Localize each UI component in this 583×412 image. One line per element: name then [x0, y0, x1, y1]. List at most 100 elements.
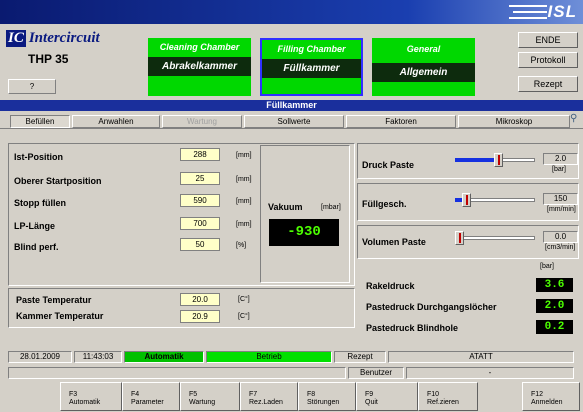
- fkey-label: Störungen: [307, 399, 340, 406]
- slider-fill: [455, 198, 462, 202]
- blind-hole-pressure-readout: 0.2: [536, 320, 573, 334]
- slider-track: [455, 236, 535, 240]
- window-title: Füllkammer: [0, 100, 583, 111]
- module-button-general[interactable]: General Allgemein: [372, 38, 475, 96]
- tab-befuellen[interactable]: Befüllen: [10, 115, 70, 128]
- fkey-label: Quit: [365, 399, 378, 406]
- pressure-slider[interactable]: [455, 153, 535, 167]
- user-label: Benutzer: [348, 367, 404, 379]
- user-value: -: [406, 367, 574, 379]
- paste-temperature-field[interactable]: 20.0: [180, 293, 220, 306]
- chamber-temperature-field[interactable]: 20.9: [180, 310, 220, 323]
- vakuum-label: Vakuum: [268, 202, 303, 212]
- module-label-en: Filling Chamber: [277, 44, 346, 54]
- end-button[interactable]: ENDE: [518, 32, 578, 48]
- module-button-filling-chamber[interactable]: Filling Chamber Füllkammer: [260, 38, 363, 96]
- tab-sollwerte[interactable]: Sollwerte: [244, 115, 344, 128]
- user-bar: Benutzer -: [0, 366, 583, 380]
- fkey-number: F12: [531, 391, 544, 398]
- through-hole-pressure-readout: 2.0: [536, 299, 573, 313]
- slider-thumb[interactable]: [462, 193, 471, 207]
- unit-label: [mm]: [236, 176, 252, 183]
- speed-readout: 150: [543, 193, 578, 205]
- status-mode-badge: Automatik: [124, 351, 204, 363]
- fkey-f5-wartung[interactable]: F5 Wartung: [180, 382, 240, 411]
- tab-wartung[interactable]: Wartung: [162, 115, 242, 128]
- unit-label: [cm3/min]: [545, 244, 576, 251]
- module-label-de: Allgemein: [372, 63, 475, 82]
- fkey-f7-rez-laden[interactable]: F7 Rez.Laden: [240, 382, 298, 411]
- unit-label: [mm]: [236, 152, 252, 159]
- protocol-button[interactable]: Protokoll: [518, 52, 578, 68]
- vakuum-readout: -930: [269, 219, 339, 246]
- fkey-f3-automatik[interactable]: F3 Automatik: [60, 382, 122, 411]
- lp-length-field[interactable]: 700: [180, 217, 220, 230]
- pressure-label: Pastedruck Durchgangslöcher: [366, 302, 497, 312]
- status-bar: 28.01.2009 11:43:03 Automatik Betrieb Re…: [0, 350, 583, 364]
- logo-text: Intercircuit: [28, 30, 100, 46]
- fkey-number: F7: [249, 391, 258, 398]
- recipe-button[interactable]: Rezept: [518, 76, 578, 92]
- start-position-field[interactable]: 25: [180, 172, 220, 185]
- logo-mark: IC: [6, 30, 26, 47]
- fkey-label: Wartung: [189, 399, 216, 406]
- unit-label: [mm]: [236, 198, 252, 205]
- isl-logo-text: ISL: [547, 2, 577, 21]
- slider-label: Füllgesch.: [362, 199, 407, 209]
- rakeldruck-readout: 3.6: [536, 278, 573, 292]
- fkey-number: F3: [69, 391, 78, 398]
- fkey-f8-stoerungen[interactable]: F8 Störungen: [298, 382, 356, 411]
- stop-fill-field[interactable]: 590: [180, 194, 220, 207]
- help-button[interactable]: ?: [8, 79, 56, 94]
- fkey-label: Automatik: [69, 399, 101, 406]
- tab-toolbar: Befüllen Anwahlen Wartung Sollwerte Fakt…: [0, 112, 583, 129]
- slider-thumb[interactable]: [494, 153, 503, 167]
- ist-position-field[interactable]: 288: [180, 148, 220, 161]
- unit-label: [C°]: [238, 296, 250, 303]
- slider-thumb[interactable]: [455, 231, 464, 245]
- fkey-f9-quit[interactable]: F9 Quit: [356, 382, 418, 411]
- fkey-number: F5: [189, 391, 198, 398]
- unit-label: [mm]: [236, 221, 252, 228]
- blind-perf-field[interactable]: 50: [180, 238, 220, 251]
- tab-anwahlen[interactable]: Anwahlen: [72, 115, 160, 128]
- vakuum-unit: [mbar]: [321, 204, 341, 211]
- tab-faktoren[interactable]: Faktoren: [346, 115, 456, 128]
- position-label: Blind perf.: [14, 242, 59, 252]
- tab-mikroskop[interactable]: Mikroskop: [458, 115, 570, 128]
- pressure-unit: [bar]: [540, 263, 555, 270]
- company-logo: IC Intercircuit: [6, 30, 146, 50]
- position-label: Oberer Startposition: [14, 176, 102, 186]
- module-label-de: Abrakelkammer: [148, 57, 251, 76]
- volume-slider[interactable]: [455, 231, 535, 245]
- top-banner: ISL: [0, 0, 583, 24]
- status-recipe-label: Rezept: [334, 351, 386, 363]
- unit-label: [%]: [236, 242, 247, 249]
- machine-model: THP 35: [28, 52, 69, 66]
- unit-label: [mm/min]: [547, 206, 576, 213]
- position-label: Stopp füllen: [14, 198, 66, 208]
- position-label: Ist-Position: [14, 152, 63, 162]
- fkey-number: F10: [427, 391, 440, 398]
- status-date: 28.01.2009: [8, 351, 72, 363]
- fkey-number: F4: [131, 391, 140, 398]
- fkey-f12-anmelden[interactable]: F12 Anmelden: [522, 382, 580, 411]
- fkey-f10-ref-zieren[interactable]: F10 Ref.zieren: [418, 382, 478, 411]
- module-button-cleaning-chamber[interactable]: Cleaning Chamber Abrakelkammer: [148, 38, 251, 96]
- pressure-readout: 2.0: [543, 153, 578, 165]
- vakuum-panel: [260, 145, 350, 283]
- fkey-f4-parameter[interactable]: F4 Parameter: [122, 382, 180, 411]
- module-label-en: Cleaning Chamber: [159, 42, 240, 52]
- module-label-de: Füllkammer: [262, 59, 361, 78]
- magnifier-icon[interactable]: ⚲: [570, 113, 577, 124]
- fkey-label: Anmelden: [531, 399, 563, 406]
- isl-logo-lines-icon: [509, 5, 547, 19]
- unit-label: [bar]: [552, 166, 567, 173]
- function-key-bar: F3 Automatik F4 Parameter F5 Wartung F7 Rez.…: [0, 382, 583, 412]
- volume-readout: 0.0: [543, 231, 578, 243]
- pressure-label: Rakeldruck: [366, 281, 415, 291]
- pressure-label: Pastedruck Blindhole: [366, 323, 459, 333]
- position-label: LP-Länge: [14, 221, 56, 231]
- temperature-label: Paste Temperatur: [16, 295, 92, 305]
- speed-slider[interactable]: [455, 193, 535, 207]
